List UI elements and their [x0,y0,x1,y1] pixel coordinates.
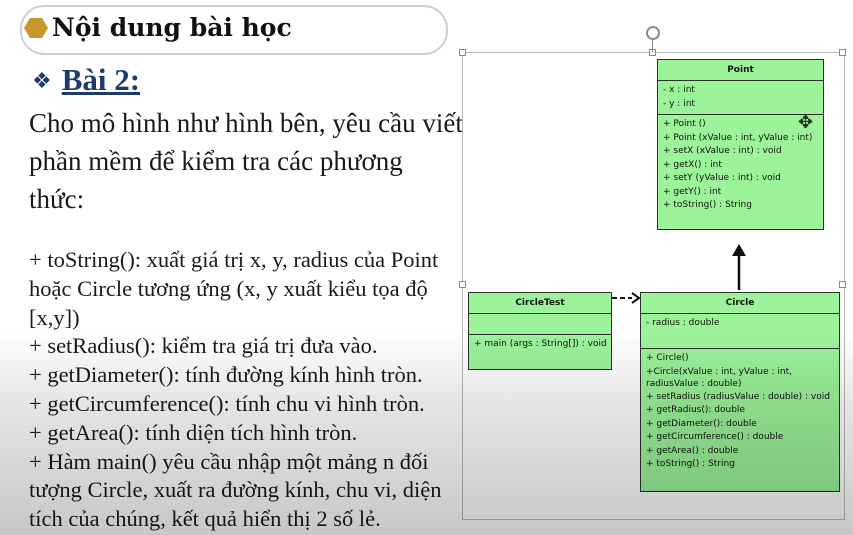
requirement-line: + getArea(): tính diện tích hình tròn. [29,419,358,445]
method: + getCircumference() : double [646,432,784,442]
requirement-line: tích của chúng, kết quả hiển thị 2 số lẻ… [29,506,381,532]
requirement-line: + setRadius(): kiểm tra giá trị đưa vào. [29,333,378,359]
lesson-title: Bài 2: [61,62,141,97]
method: + Point () [663,119,706,129]
dependency-arrowhead [631,292,641,304]
requirement-line: tượng Circle, xuất ra đường kính, chu vi… [29,477,442,503]
method: + toString() : String [663,200,752,210]
requirement-line: + getCircumference(): tính chu vi hình t… [29,390,425,416]
diamond-bullet-icon: ❖ [32,69,52,94]
method: + setRadius (radiusValue : double) : voi… [646,391,830,402]
requirement-line: + getDiameter(): tính đường kính hình tr… [29,362,423,388]
method: + getDiameter(): double [646,418,757,429]
attribute: - radius : double [646,318,720,328]
hexagon-bullet-icon [24,18,48,38]
section-title: Nội dung bài học [52,13,292,42]
rotate-handle-stem [652,39,653,52]
method: + setY (yValue : int) : void [663,173,781,183]
attributes-section [469,314,611,335]
requirements-list: + toString(): xuất giá trị x, y, radius … [29,246,441,534]
class-point[interactable]: Point - x : int - y : int + Point () + P… [657,59,824,230]
intro-line: Cho mô hình như hình bên, yêu cầu viết [29,108,463,138]
method: +Circle(xValue : int, yValue : int, radi… [646,366,792,390]
lesson-heading: ❖ Bài 2: [32,62,140,98]
move-cursor-icon: ✥ [798,112,814,133]
method: + getArea() : double [646,445,739,456]
class-name: CircleTest [469,293,611,314]
section-title-bar: Nội dung bài học [20,5,448,55]
uml-class-diagram[interactable]: Point - x : int - y : int + Point () + P… [459,26,846,522]
method: + main (args : String[]) : void [474,339,607,349]
intro-paragraph: Cho mô hình như hình bên, yêu cầu viết p… [29,104,463,218]
intro-line: phần mềm để kiểm tra các phương [29,146,403,176]
class-circletest[interactable]: CircleTest + main (args : String[]) : vo… [468,292,612,370]
method: + getY() : int [663,186,722,197]
intro-line: thức: [29,184,85,214]
method: + toString() : String [646,459,735,469]
attribute: - x : int [663,85,695,95]
method: + Circle() [646,353,689,363]
method: + Point (xValue : int, yValue : int) [663,132,813,143]
requirement-line: + toString(): xuất giá trị x, y, radius … [29,247,439,272]
attributes-section: - x : int - y : int [658,81,823,115]
methods-section: + main (args : String[]) : void [469,335,611,369]
attribute: - y : int [663,98,695,109]
class-name: Circle [641,293,839,314]
method: + getRadius(): double [646,405,745,415]
requirement-line: [x,y]) [29,304,80,330]
class-circle[interactable]: Circle - radius : double + Circle() +Cir… [640,292,840,492]
requirement-line: hoặc Circle tương ứng (x, y xuất kiểu tọ… [29,275,428,301]
class-name: Point [658,60,823,81]
inheritance-arrowhead [732,244,746,256]
attributes-section: - radius : double [641,314,839,349]
method: + getX() : int [663,159,722,170]
methods-section: + Circle() +Circle(xValue : int, yValue … [641,349,839,491]
method: + setX (xValue : int) : void [663,146,782,156]
rotate-handle-icon[interactable] [646,26,660,40]
requirement-line: + Hàm main() yêu cầu nhập một mảng n đối [29,448,429,474]
